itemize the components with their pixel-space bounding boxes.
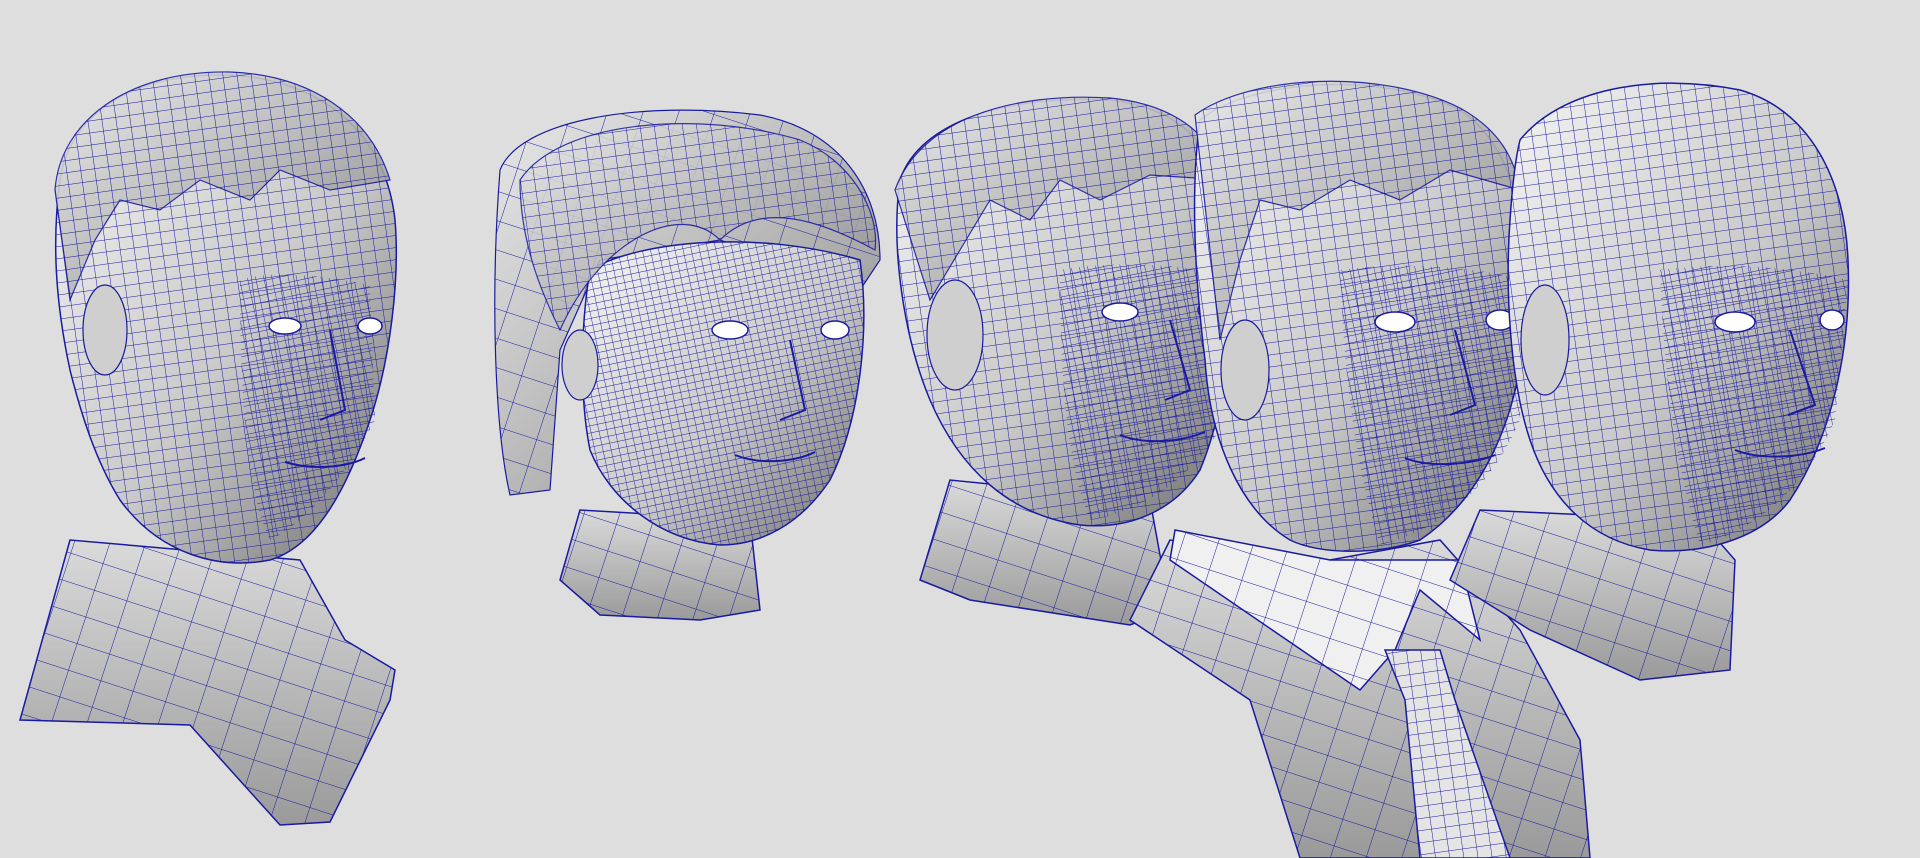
head-1-ear [82,284,128,376]
head-model-1[interactable] [19,71,397,826]
head-model-2[interactable] [494,109,881,621]
head-4-eye-left [1374,311,1416,333]
head-3-eye-left [1101,302,1139,322]
head-5-eye-right [1819,309,1845,331]
head-4-ear [1220,319,1270,421]
head-1-eye-right [357,317,383,335]
head-2-eye-right [820,320,850,340]
3d-viewport[interactable] [0,0,1920,858]
wireframe-heads-scene [19,71,1850,858]
head-1-eye-left [268,317,302,335]
head-2-ear [561,329,599,401]
head-5-ear [1520,284,1570,396]
head-2-eye-left [711,320,749,340]
head-1-face-detail [240,274,375,540]
head-5-eye-left [1714,311,1756,333]
head-3-ear [926,279,984,391]
head-1-shoulders-mesh [20,540,395,825]
